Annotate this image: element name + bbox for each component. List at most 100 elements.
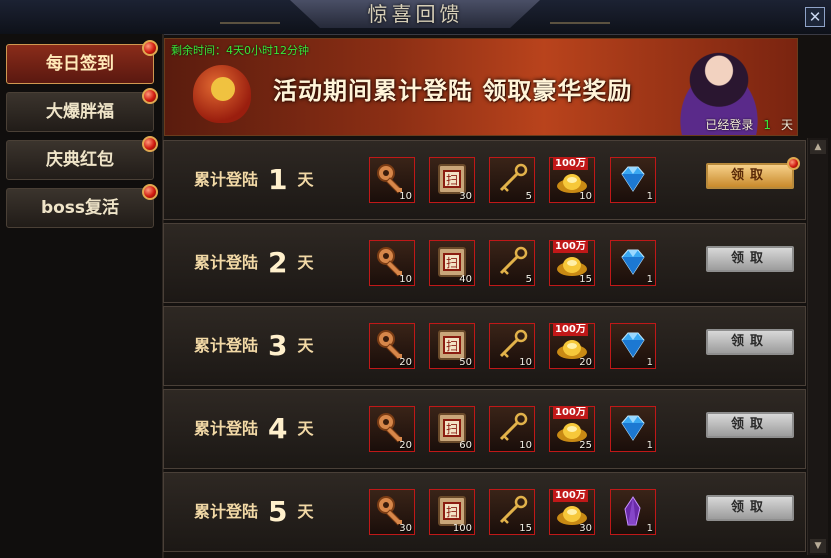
reward-slot[interactable]: 扫 100: [429, 489, 475, 535]
notification-dot-icon: [142, 136, 158, 152]
reward-slot[interactable]: 1: [610, 323, 656, 369]
reward-count: 20: [579, 357, 592, 368]
reward-count: 10: [519, 357, 532, 368]
scroll-down-icon[interactable]: ▼: [810, 539, 826, 553]
logged-days-count: 1: [763, 118, 771, 132]
reward-slot[interactable]: 10: [489, 406, 535, 452]
row-day-number: 4: [268, 412, 288, 445]
sidebar-item-daily-signin[interactable]: 每日签到: [6, 40, 158, 84]
sidebar-item-big-blessing[interactable]: 大爆胖福: [6, 88, 158, 132]
reward-count: 20: [399, 440, 412, 451]
reward-badge: 100万: [553, 324, 588, 336]
notification-dot-icon: [787, 157, 800, 170]
reward-slot[interactable]: 100万 10: [549, 157, 595, 203]
sidebar-item-label: 庆典红包: [46, 150, 114, 170]
reward-slot[interactable]: 20: [369, 323, 415, 369]
reward-slot[interactable]: 10: [369, 240, 415, 286]
reward-count: 40: [459, 274, 472, 285]
reward-slot[interactable]: 100万 20: [549, 323, 595, 369]
row-day-number: 1: [268, 163, 288, 196]
claim-button-label: 领取: [730, 334, 769, 349]
reward-badge: 100万: [553, 158, 588, 170]
claim-button[interactable]: 领取: [706, 412, 794, 438]
sidebar-item-red-packet[interactable]: 庆典红包: [6, 136, 158, 180]
reward-row: 累计登陆 4 天 20 扫 60 10 100万 25 1 领取: [163, 389, 806, 469]
reward-count: 30: [459, 191, 472, 202]
claim-button-label: 领取: [730, 168, 769, 183]
reward-slot[interactable]: 10: [369, 157, 415, 203]
event-banner: 剩余时间：4天0小时12分钟 活动期间累计登陆 领取豪华奖励 已经登录 1 天: [164, 38, 798, 136]
reward-badge: 100万: [553, 241, 588, 253]
sidebar-item-boss-revive[interactable]: boss复活: [6, 184, 158, 228]
claim-button-label: 领取: [730, 417, 769, 432]
reward-slot[interactable]: 100万 30: [549, 489, 595, 535]
reward-count: 100: [452, 523, 472, 534]
claim-button-label: 领取: [730, 251, 769, 266]
reward-count: 15: [519, 523, 532, 534]
lucky-bag-icon: [193, 65, 251, 123]
notification-dot-icon: [142, 40, 158, 56]
logged-prefix: 已经登录: [705, 118, 754, 132]
title-bar: 惊喜回馈 ✕: [0, 0, 831, 35]
reward-slot[interactable]: 扫 60: [429, 406, 475, 452]
sidebar-item-label: 每日签到: [46, 54, 114, 74]
row-label-suffix: 天: [297, 336, 314, 355]
reward-slot[interactable]: 5: [489, 240, 535, 286]
reward-slot[interactable]: 扫 40: [429, 240, 475, 286]
reward-slot[interactable]: 1: [610, 240, 656, 286]
reward-row: 累计登陆 2 天 10 扫 40 5 100万 15 1 领取: [163, 223, 806, 303]
svg-text:扫: 扫: [446, 422, 458, 436]
scroll-up-icon[interactable]: ▲: [810, 140, 826, 154]
reward-count: 50: [459, 357, 472, 368]
reward-slot[interactable]: 30: [369, 489, 415, 535]
reward-row: 累计登陆 3 天 20 扫 50 10 100万 20 1 领取: [163, 306, 806, 386]
reward-count: 5: [525, 191, 532, 202]
claim-button[interactable]: 领取: [706, 495, 794, 521]
notification-dot-icon: [142, 88, 158, 104]
banner-headline: 活动期间累计登陆 领取豪华奖励: [273, 77, 633, 105]
reward-count: 10: [399, 274, 412, 285]
row-label-prefix: 累计登陆: [194, 170, 259, 189]
row-label-prefix: 累计登陆: [194, 336, 259, 355]
row-label-suffix: 天: [297, 170, 314, 189]
svg-text:扫: 扫: [446, 505, 458, 519]
svg-text:扫: 扫: [446, 339, 458, 353]
claim-button[interactable]: 领取: [706, 157, 800, 189]
close-button[interactable]: ✕: [805, 7, 825, 27]
reward-count: 10: [519, 440, 532, 451]
row-label-prefix: 累计登陆: [194, 253, 259, 272]
reward-slot[interactable]: 100万 15: [549, 240, 595, 286]
scrollbar[interactable]: ▲ ▼: [807, 138, 828, 555]
reward-slot[interactable]: 15: [489, 489, 535, 535]
reward-count: 20: [399, 357, 412, 368]
claim-button[interactable]: 领取: [706, 329, 794, 355]
window-title: 惊喜回馈: [367, 2, 464, 26]
row-day-number: 3: [268, 329, 288, 362]
reward-slot[interactable]: 5: [489, 157, 535, 203]
reward-count: 10: [579, 191, 592, 202]
row-day-number: 2: [268, 246, 288, 279]
reward-badge: 100万: [553, 407, 588, 419]
row-label: 累计登陆 5 天: [194, 495, 314, 529]
reward-badge: 100万: [553, 490, 588, 502]
reward-count: 10: [399, 191, 412, 202]
logged-days-text: 已经登录 1 天: [705, 116, 793, 133]
reward-slot[interactable]: 20: [369, 406, 415, 452]
claim-button[interactable]: 领取: [706, 246, 794, 272]
reward-slot[interactable]: 10: [489, 323, 535, 369]
reward-slot[interactable]: 1: [610, 489, 656, 535]
row-label: 累计登陆 4 天: [194, 412, 314, 446]
row-label: 累计登陆 2 天: [194, 246, 314, 280]
reward-slot[interactable]: 100万 25: [549, 406, 595, 452]
reward-row: 累计登陆 5 天 30 扫 100 15 100万 30 1 领取: [163, 472, 806, 552]
reward-slot[interactable]: 扫 50: [429, 323, 475, 369]
reward-count: 1: [646, 191, 653, 202]
reward-count: 30: [579, 523, 592, 534]
sidebar-item-label: 大爆胖福: [46, 102, 114, 122]
reward-slot[interactable]: 1: [610, 406, 656, 452]
reward-slot[interactable]: 1: [610, 157, 656, 203]
reward-slot[interactable]: 扫 30: [429, 157, 475, 203]
row-label: 累计登陆 1 天: [194, 163, 314, 197]
reward-count: 1: [646, 440, 653, 451]
row-label: 累计登陆 3 天: [194, 329, 314, 363]
